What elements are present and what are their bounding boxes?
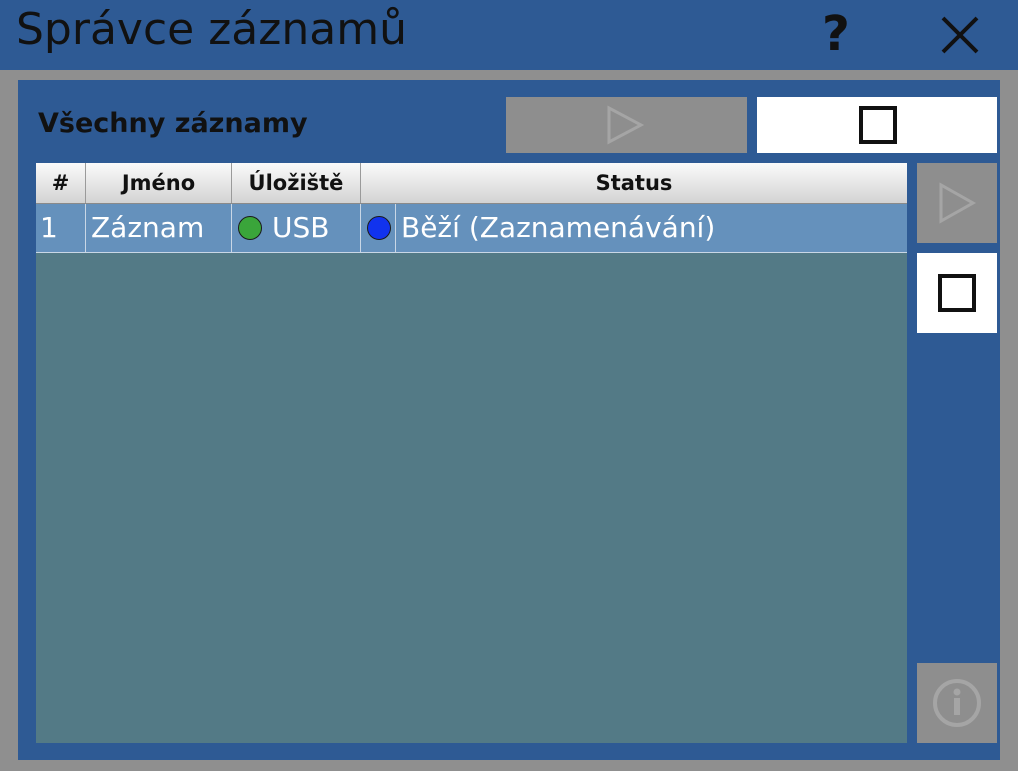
- close-button[interactable]: [935, 10, 985, 60]
- cell-status: Běží (Zaznamenávání): [401, 211, 716, 244]
- records-panel: Všechny záznamy # Jméno Úložiště Status …: [18, 80, 1000, 760]
- stop-icon: [938, 274, 976, 312]
- stop-all-button[interactable]: [757, 97, 997, 153]
- record-status-dot-icon: [367, 216, 391, 240]
- section-title: Všechny záznamy: [38, 108, 308, 139]
- play-icon: [939, 182, 977, 224]
- cell-storage: USB: [232, 204, 361, 252]
- storage-status-dot-icon: [238, 216, 262, 240]
- table-header: # Jméno Úložiště Status: [36, 163, 907, 204]
- help-button[interactable]: ?: [812, 6, 862, 62]
- close-icon: [941, 16, 979, 54]
- start-all-button[interactable]: [506, 97, 747, 153]
- column-header-name[interactable]: Jméno: [86, 163, 232, 203]
- cell-index: 1: [36, 204, 86, 252]
- window-title: Správce záznamů: [16, 4, 407, 55]
- column-header-status[interactable]: Status: [361, 163, 907, 203]
- cell-storage-label: USB: [272, 211, 330, 244]
- records-table[interactable]: # Jméno Úložiště Status 1 Záznam USB Běž…: [36, 163, 907, 743]
- column-header-storage[interactable]: Úložiště: [232, 163, 361, 203]
- column-header-index[interactable]: #: [36, 163, 86, 203]
- info-button[interactable]: [917, 663, 997, 743]
- info-icon: [933, 679, 981, 727]
- table-row[interactable]: 1 Záznam USB Běží (Zaznamenávání): [36, 204, 907, 253]
- cell-name: Záznam: [86, 204, 232, 252]
- question-mark-icon: ?: [822, 6, 850, 62]
- stop-icon: [859, 106, 897, 144]
- title-bar: Správce záznamů ?: [0, 0, 1018, 70]
- stop-selected-button[interactable]: [917, 253, 997, 333]
- play-icon: [607, 105, 645, 145]
- cell-status-indicator: [361, 204, 396, 252]
- start-selected-button[interactable]: [917, 163, 997, 243]
